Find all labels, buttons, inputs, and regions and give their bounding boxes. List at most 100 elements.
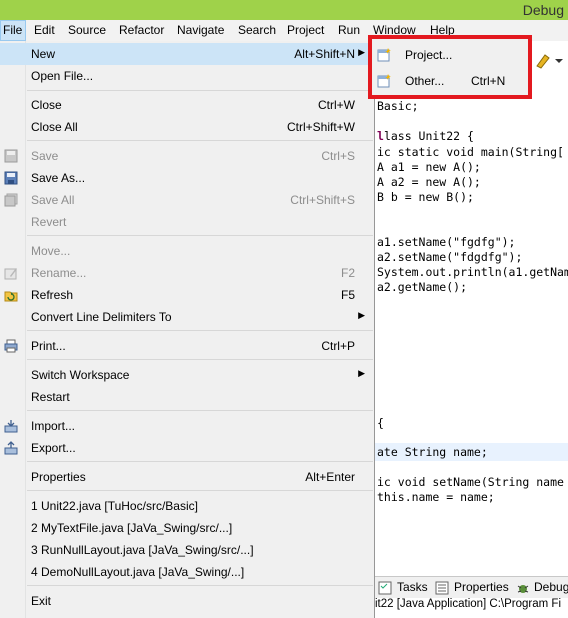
menu-item-label: New — [31, 47, 56, 61]
menu-item-label: Save — [31, 149, 59, 163]
code-line: A a1 = new A(); — [377, 160, 481, 174]
menu-item-exit[interactable]: Exit — [0, 590, 374, 612]
menu-search[interactable]: Search — [238, 23, 276, 37]
refresh-folder-icon — [4, 291, 18, 302]
menu-item-label: Revert — [31, 215, 67, 229]
menu-item-close-all[interactable]: Close All Ctrl+Shift+W — [0, 116, 374, 138]
menu-item-recent-file[interactable]: 1 Unit22.java [TuHoc/src/Basic] — [0, 495, 374, 517]
menu-item-label: 4 DemoNullLayout.java [JaVa_Swing/...] — [31, 565, 245, 579]
menu-source[interactable]: Source — [68, 23, 106, 37]
menu-item-label: Refresh — [31, 288, 74, 302]
menu-item-label: Close All — [31, 120, 78, 134]
title-bar: Debug — [0, 0, 568, 20]
code-line: System.out.println(a1.getNam — [377, 265, 568, 279]
code-editor[interactable]: Basic; llass Unit22 { ic static void mai… — [375, 41, 568, 576]
menu-navigate[interactable]: Navigate — [177, 23, 224, 37]
save-disk-icon — [4, 149, 18, 163]
menu-item-shortcut: Ctrl+W — [318, 98, 355, 112]
import-icon — [4, 420, 18, 433]
menu-item-label: 2 MyTextFile.java [JaVa_Swing/src/...] — [31, 521, 233, 535]
menu-item-move[interactable]: Move... — [0, 240, 374, 262]
menu-item-properties[interactable]: Properties Alt+Enter — [0, 466, 374, 488]
menu-item-label: Rename... — [31, 266, 87, 280]
tab-properties[interactable]: Properties — [454, 580, 509, 594]
menu-item-shortcut: F5 — [340, 288, 355, 302]
menu-item-label: Restart — [31, 390, 70, 404]
menu-item-print[interactable]: Print... Ctrl+P — [0, 335, 374, 357]
menu-item-label: Close — [31, 98, 62, 112]
menu-item-refresh[interactable]: Refresh F5 — [0, 284, 374, 306]
menu-item-label: Print... — [31, 339, 66, 353]
code-line: Basic; — [377, 99, 419, 113]
tasks-icon — [378, 581, 392, 595]
menu-separator — [27, 140, 373, 141]
menu-item-close[interactable]: Close Ctrl+W — [0, 94, 374, 116]
menu-item-recent-file[interactable]: 2 MyTextFile.java [JaVa_Swing/src/...] — [0, 517, 374, 539]
save-all-disk-icon — [4, 193, 18, 207]
menu-item-export[interactable]: Export... — [0, 437, 374, 459]
menu-separator — [27, 90, 373, 91]
menu-item-rename[interactable]: Rename... F2 — [0, 262, 374, 284]
debug-bug-icon — [517, 585, 529, 593]
code-line: llass Unit22 { — [377, 129, 474, 143]
submenu-arrow-icon: ▶ — [358, 368, 365, 378]
menu-item-shortcut: Ctrl+Shift+S — [290, 193, 355, 207]
submenu-arrow-icon: ▶ — [358, 47, 365, 57]
menu-item-save[interactable]: Save Ctrl+S — [0, 145, 374, 167]
code-line: ic void setName(String name — [377, 475, 564, 489]
rename-pencil-icon — [4, 268, 17, 280]
code-line: A a2 = new A(); — [377, 175, 481, 189]
highlight-callout-box — [368, 35, 532, 99]
menu-item-revert[interactable]: Revert — [0, 211, 374, 233]
menu-item-convert-line-delimiters[interactable]: Convert Line Delimiters To ▶ — [0, 306, 374, 328]
menu-item-recent-file[interactable]: 3 RunNullLayout.java [JaVa_Swing/src/...… — [0, 539, 374, 561]
menu-item-save-as[interactable]: Save As... — [0, 167, 374, 189]
code-line: a1.setName("fgdfg"); — [377, 235, 516, 249]
menu-file[interactable]: File — [0, 20, 26, 41]
menu-item-restart[interactable]: Restart — [0, 386, 374, 408]
menu-item-label: Save All — [31, 193, 75, 207]
menu-refactor[interactable]: Refactor — [119, 23, 164, 37]
code-line: a2.setName("fdgdfg"); — [377, 250, 523, 264]
menu-separator — [27, 359, 373, 360]
menu-item-shortcut: Ctrl+Shift+W — [286, 120, 355, 134]
menu-item-save-all[interactable]: Save All Ctrl+Shift+S — [0, 189, 374, 211]
menu-item-recent-file[interactable]: 4 DemoNullLayout.java [JaVa_Swing/...] — [0, 561, 374, 583]
menu-separator — [27, 410, 373, 411]
code-line: ate String name; — [377, 445, 488, 459]
code-line: a2.getName(); — [377, 280, 468, 294]
menu-item-label: Save As... — [31, 171, 86, 185]
menu-item-label: Move... — [31, 244, 71, 258]
menu-separator — [27, 585, 373, 586]
menu-item-shortcut: F2 — [340, 266, 355, 280]
menu-separator — [27, 330, 373, 331]
menu-run[interactable]: Run — [338, 23, 360, 37]
menu-item-label: Properties — [31, 470, 86, 484]
menu-item-switch-workspace[interactable]: Switch Workspace ▶ — [0, 364, 374, 386]
save-as-disk-icon — [4, 171, 18, 185]
menu-item-new[interactable]: New Alt+Shift+N ▶ — [0, 43, 374, 65]
code-line: B b = new B(); — [377, 190, 474, 204]
menu-item-shortcut: Alt+Enter — [305, 470, 355, 484]
menu-item-label: 3 RunNullLayout.java [JaVa_Swing/src/...… — [31, 543, 254, 557]
bottom-panel-tabs: Tasks Properties Debug — [375, 576, 568, 599]
menu-item-label: Convert Line Delimiters To — [31, 310, 172, 324]
menu-item-label: 1 Unit22.java [TuHoc/src/Basic] — [31, 499, 198, 513]
console-status: it22 [Java Application] C:\Program Fi — [375, 598, 568, 618]
menu-item-import[interactable]: Import... — [0, 415, 374, 437]
menu-separator — [27, 235, 373, 236]
menu-item-label: Open File... — [31, 69, 94, 83]
menu-separator — [27, 461, 373, 462]
menu-item-label: Import... — [31, 419, 76, 433]
code-line: this.name = name; — [377, 490, 495, 504]
menu-item-label: Switch Workspace — [31, 368, 130, 382]
menu-project[interactable]: Project — [287, 23, 324, 37]
menu-item-shortcut: Ctrl+P — [321, 339, 355, 353]
tab-tasks[interactable]: Tasks — [397, 580, 428, 594]
file-menu: New Alt+Shift+N ▶ Open File... Close Ctr… — [0, 41, 375, 618]
menu-item-open-file[interactable]: Open File... — [0, 65, 374, 87]
menu-edit[interactable]: Edit — [34, 23, 55, 37]
menu-item-shortcut: Alt+Shift+N — [294, 47, 355, 61]
code-line: { — [377, 416, 384, 430]
tab-debug[interactable]: Debug — [534, 580, 568, 594]
